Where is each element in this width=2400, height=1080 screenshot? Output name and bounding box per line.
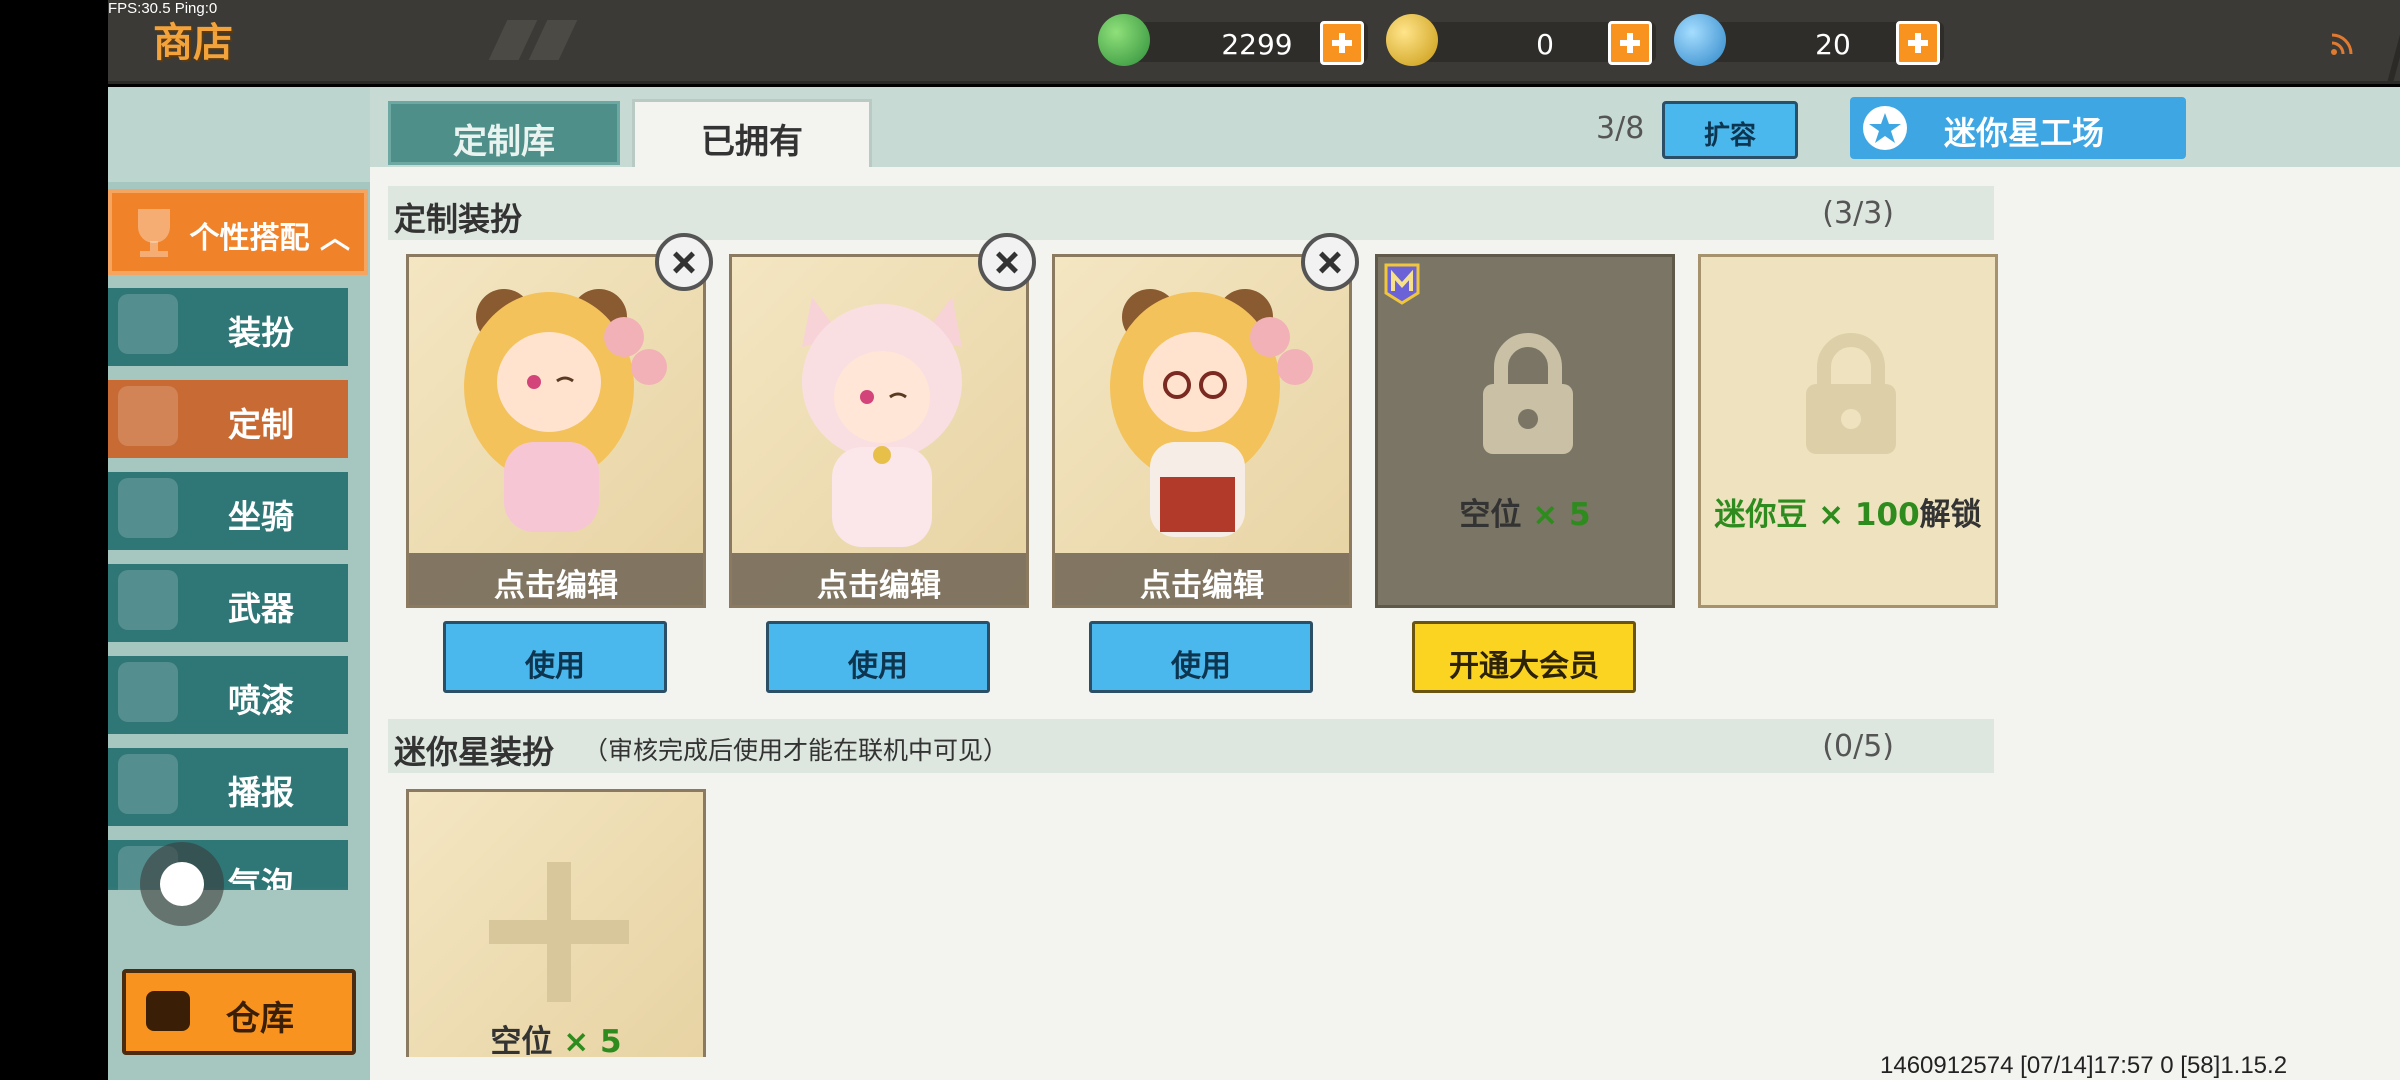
broadcast-icon xyxy=(118,754,178,814)
add-slot-card[interactable]: 空位 × 5 xyxy=(406,789,706,1057)
tab-owned[interactable]: 已拥有 xyxy=(632,99,872,167)
edit-bar[interactable]: 点击编辑 xyxy=(1055,553,1349,605)
main-panel: 定制库 已拥有 3/8 扩容 迷你星工场 定制装扮 (3/3) 点击编辑 使用 … xyxy=(370,87,2400,1080)
trophy-icon xyxy=(138,209,170,257)
tab-custom-library[interactable]: 定制库 xyxy=(388,101,620,165)
fps-readout: FPS:30.5 Ping:0 xyxy=(108,0,218,17)
floating-assist-button[interactable] xyxy=(140,842,224,926)
sidebar-item-label: 定制 xyxy=(228,405,294,444)
edit-label: 点击编辑 xyxy=(817,568,941,604)
use-outfit-button[interactable]: 使用 xyxy=(443,621,667,693)
section-header-custom-outfits: 定制装扮 (3/3) xyxy=(388,186,1994,240)
chest-icon xyxy=(146,991,190,1031)
avatar-preview-bear-hood xyxy=(464,289,667,532)
edit-bar[interactable]: 点击编辑 xyxy=(409,553,703,605)
use-outfit-button[interactable]: 使用 xyxy=(1089,621,1313,693)
lock-icon xyxy=(1483,333,1573,454)
sidebar-item-broadcast[interactable]: 播报 xyxy=(108,748,348,826)
use-outfit-button[interactable]: 使用 xyxy=(766,621,990,693)
signal-icon xyxy=(2331,33,2353,55)
section-count: (3/3) xyxy=(1822,196,1894,231)
warehouse-label: 仓库 xyxy=(226,999,294,1039)
locked-slot-beans[interactable]: 迷你豆 × 100解锁 xyxy=(1698,254,1998,608)
sidebar: 个性搭配 ︿ 装扮 定制 坐骑 武器 喷漆 播报 气泡 仓库 xyxy=(108,87,370,1080)
divider xyxy=(2386,0,2400,84)
outfit-card[interactable]: 点击编辑 xyxy=(729,254,1029,608)
section-count: (0/5) xyxy=(1822,729,1894,764)
sidebar-item-custom[interactable]: 定制 xyxy=(108,380,348,458)
currency-value-coins: 0 xyxy=(1536,28,1554,61)
use-label: 使用 xyxy=(848,649,908,684)
open-vip-button[interactable]: 开通大会员 xyxy=(1412,621,1636,693)
category-header-toggle[interactable]: 个性搭配 ︿ xyxy=(108,189,368,275)
sidebar-item-spray[interactable]: 喷漆 xyxy=(108,656,348,734)
weapon-icon xyxy=(118,570,178,630)
tab-label: 定制库 xyxy=(453,122,555,162)
slot-label: 空位 × 5 xyxy=(1459,497,1591,533)
green-gem-icon xyxy=(1098,14,1150,66)
spray-icon xyxy=(118,662,178,722)
locked-slot-vip[interactable]: 空位 × 5 xyxy=(1375,254,1675,608)
tab-bar: 定制库 已拥有 3/8 扩容 迷你星工场 xyxy=(370,87,2400,167)
section-title: 定制装扮 xyxy=(394,200,523,238)
currency-value-mini-beans: 20 xyxy=(1815,28,1851,61)
sidebar-top xyxy=(108,87,370,182)
edit-label: 点击编辑 xyxy=(1140,568,1264,604)
outfit-card[interactable]: 点击编辑 xyxy=(406,254,706,608)
sidebar-item-label: 喷漆 xyxy=(228,681,294,720)
sidebar-item-label: 气泡 xyxy=(228,865,294,890)
outfit-card[interactable]: 点击编辑 xyxy=(1052,254,1352,608)
avatar-preview-cat-hood xyxy=(802,297,962,547)
sidebar-item-weapon[interactable]: 武器 xyxy=(108,564,348,642)
sidebar-item-label: 播报 xyxy=(228,773,294,812)
add-gems-button[interactable] xyxy=(1320,21,1364,65)
section-header-mini-star-outfits: 迷你星装扮 （审核完成后使用才能在联机中可见） (0/5) xyxy=(388,719,1994,773)
chevron-up-icon: ︿ xyxy=(309,221,350,256)
decor-stripe xyxy=(528,20,578,60)
add-coins-button[interactable] xyxy=(1608,21,1652,65)
tab-label: 已拥有 xyxy=(701,122,803,162)
top-bar: 商店 2299 0 20 xyxy=(108,0,2400,84)
sidebar-item-label: 装扮 xyxy=(228,313,294,352)
delete-outfit-button[interactable] xyxy=(1301,233,1359,291)
vip-button-label: 开通大会员 xyxy=(1449,649,1599,684)
warehouse-button[interactable]: 仓库 xyxy=(122,969,356,1055)
blue-coin-icon xyxy=(1674,14,1726,66)
plus-icon xyxy=(489,862,629,1002)
slot-label: 空位 × 5 xyxy=(490,1024,622,1057)
edit-label: 点击编辑 xyxy=(494,568,618,604)
category-header-label: 个性搭配 ︿ xyxy=(189,221,350,256)
gold-coin-icon xyxy=(1386,14,1438,66)
delete-outfit-button[interactable] xyxy=(978,233,1036,291)
page-title: 商店 xyxy=(153,20,233,66)
lock-icon xyxy=(1806,333,1896,454)
unlock-label: 迷你豆 × 100解锁 xyxy=(1714,497,1982,533)
capacity-count: 3/8 xyxy=(1596,111,1645,146)
expand-button[interactable]: 扩容 xyxy=(1662,101,1798,159)
section-title: 迷你星装扮 xyxy=(394,733,555,771)
custom-icon xyxy=(118,386,178,446)
add-mini-beans-button[interactable] xyxy=(1896,21,1940,65)
mount-icon xyxy=(118,478,178,538)
section-note: （审核完成后使用才能在联机中可见） xyxy=(583,736,1009,765)
workshop-button[interactable]: 迷你星工场 xyxy=(1850,97,2186,159)
vip-badge-icon xyxy=(1384,263,1420,305)
sidebar-item-mount[interactable]: 坐骑 xyxy=(108,472,348,550)
footer-build-info: 1460912574 [07/14]17:57 0 [58]1.15.2 xyxy=(1880,1052,2288,1079)
sidebar-item-outfit[interactable]: 装扮 xyxy=(108,288,348,366)
edit-bar[interactable]: 点击编辑 xyxy=(732,553,1026,605)
star-icon xyxy=(1863,106,1907,150)
expand-label: 扩容 xyxy=(1703,121,1756,151)
avatar-preview-bear-glasses xyxy=(1110,289,1313,537)
use-label: 使用 xyxy=(525,649,585,684)
sidebar-item-label: 武器 xyxy=(228,589,294,628)
delete-outfit-button[interactable] xyxy=(655,233,713,291)
currency-value-gems: 2299 xyxy=(1221,28,1293,61)
workshop-label: 迷你星工场 xyxy=(1944,114,2105,152)
use-label: 使用 xyxy=(1171,649,1231,684)
sidebar-item-label: 坐骑 xyxy=(228,497,294,536)
outfit-icon xyxy=(118,294,178,354)
